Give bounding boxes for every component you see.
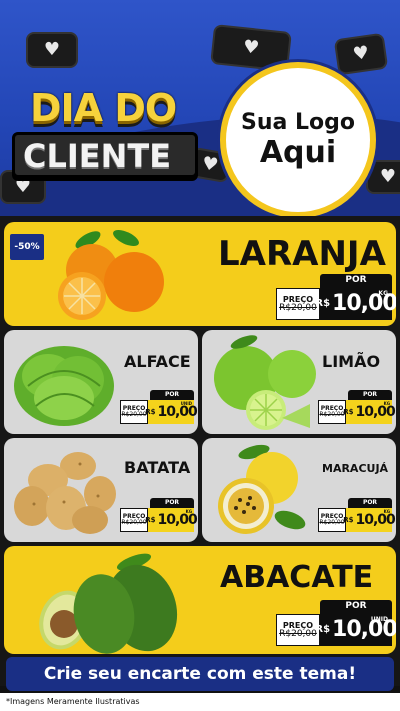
old-price: R$20,00 bbox=[121, 519, 147, 526]
product-card-limao[interactable]: LIMÃO POR PREÇO R$20,00 R$ 10,00 KG bbox=[202, 330, 396, 434]
price-tag: POR PREÇO R$20,00 R$ 10,00 KG bbox=[318, 498, 396, 532]
lettuce-icon bbox=[14, 346, 114, 426]
price-box: R$ 10,00 KG bbox=[145, 508, 198, 532]
price-unit: KG bbox=[185, 509, 192, 514]
old-price: R$20,00 bbox=[319, 519, 345, 526]
brand-title-plate: CLIENTE bbox=[12, 132, 198, 178]
price-unit: KG bbox=[378, 290, 388, 297]
price-tag: POR PREÇO R$20,00 R$ 10,00 KG bbox=[276, 274, 396, 320]
price-box: R$ 10,00 KG bbox=[315, 287, 396, 320]
logo-text-line2: Aqui bbox=[259, 135, 337, 170]
product-name: ABACATE bbox=[220, 560, 374, 595]
old-price: R$20,00 bbox=[121, 411, 147, 418]
old-price-box: PREÇO R$20,00 bbox=[318, 508, 346, 532]
heart-bubble-icon: ♥ bbox=[333, 32, 389, 76]
product-name: LARANJA bbox=[218, 234, 386, 274]
logo-placeholder[interactable]: Sua Logo Aqui bbox=[220, 62, 376, 218]
price-tag: POR PREÇO R$20,00 R$ 10,00 KG bbox=[318, 390, 396, 424]
old-price-box: PREÇO R$20,00 bbox=[318, 400, 346, 424]
potato-icon bbox=[14, 452, 116, 534]
price-tag: POR PREÇO R$20,00 R$ 10,00 UNID bbox=[120, 390, 198, 424]
heart-bubble-icon: ♥ bbox=[26, 32, 78, 68]
price-value: 10,00 bbox=[355, 404, 395, 420]
price-tag: POR PREÇO R$20,00 R$ 10,00 KG bbox=[120, 498, 198, 532]
currency: R$ bbox=[315, 624, 331, 635]
por-label: POR bbox=[320, 600, 392, 613]
price-box: R$ 10,00 KG bbox=[343, 508, 396, 532]
lime-icon bbox=[214, 335, 316, 430]
product-name: LIMÃO bbox=[322, 352, 381, 371]
por-label: POR bbox=[320, 274, 392, 287]
old-price-box: PREÇO R$20,00 bbox=[120, 400, 148, 424]
currency: R$ bbox=[145, 516, 156, 524]
product-card-laranja[interactable]: -50% LARANJA POR PREÇO R$20,00 R$ 10,00 bbox=[4, 222, 396, 326]
product-name: MARACUJÁ bbox=[322, 462, 389, 475]
product-card-alface[interactable]: ALFACE POR PREÇO R$20,00 R$ 10,00 UNID bbox=[4, 330, 198, 434]
price-value: 10,00 bbox=[157, 404, 197, 420]
brand-title-line2: CLIENTE bbox=[23, 137, 172, 175]
price-unit: KG bbox=[383, 401, 390, 406]
por-label: POR bbox=[150, 390, 194, 400]
old-price-box: PREÇO R$20,00 bbox=[276, 614, 320, 646]
price-box: R$ 10,00 KG bbox=[343, 400, 396, 424]
disclaimer-text: *Imagens Meramente Ilustrativas bbox=[0, 693, 400, 711]
discount-badge: -50% bbox=[10, 234, 44, 260]
currency: R$ bbox=[343, 408, 354, 416]
old-price-box: PREÇO R$20,00 bbox=[120, 508, 148, 532]
por-label: POR bbox=[150, 498, 194, 508]
old-price-box: PREÇO R$20,00 bbox=[276, 288, 320, 320]
product-name: BATATA bbox=[124, 458, 191, 477]
header-banner: ♥ ♥ ♥ ♥ ♥ ♥ DIA DO CLIENTE Sua Logo Aqui bbox=[0, 0, 400, 220]
product-name: ALFACE bbox=[124, 352, 191, 371]
currency: R$ bbox=[315, 298, 331, 309]
product-card-maracuja[interactable]: MARACUJÁ POR PREÇO R$20,00 R$ 10,00 KG bbox=[202, 438, 396, 542]
price-tag: POR PREÇO R$20,00 R$ 10,00 UNID bbox=[276, 600, 396, 646]
por-label: POR bbox=[348, 498, 392, 508]
product-card-abacate[interactable]: ABACATE POR PREÇO R$20,00 R$ 10,00 UNID bbox=[4, 546, 396, 654]
product-card-batata[interactable]: BATATA POR PREÇO R$20,00 R$ 10,00 KG bbox=[4, 438, 198, 542]
old-price: R$20,00 bbox=[319, 411, 345, 418]
price-box: R$ 10,00 UNID bbox=[145, 400, 198, 424]
price-value: 10,00 bbox=[355, 512, 395, 528]
create-flyer-button[interactable]: Crie seu encarte com este tema! bbox=[6, 657, 394, 691]
logo-text-line1: Sua Logo bbox=[240, 110, 355, 135]
orange-icon bbox=[58, 229, 164, 320]
currency: R$ bbox=[145, 408, 156, 416]
brand-title: DIA DO CLIENTE bbox=[12, 86, 208, 186]
price-unit: UNID bbox=[180, 401, 192, 406]
price-unit: KG bbox=[383, 509, 390, 514]
currency: R$ bbox=[343, 516, 354, 524]
price-value: 10,00 bbox=[157, 512, 197, 528]
products-area: -50% LARANJA POR PREÇO R$20,00 R$ 10,00 bbox=[0, 216, 400, 686]
passion-fruit-icon bbox=[218, 444, 306, 534]
price-unit: UNID bbox=[370, 616, 388, 623]
avocado-icon bbox=[39, 553, 178, 654]
price-box: R$ 10,00 UNID bbox=[315, 613, 396, 646]
old-price: R$20,00 bbox=[279, 628, 317, 639]
old-price: R$20,00 bbox=[279, 302, 317, 313]
por-label: POR bbox=[348, 390, 392, 400]
brand-title-line1: DIA DO bbox=[30, 86, 177, 130]
